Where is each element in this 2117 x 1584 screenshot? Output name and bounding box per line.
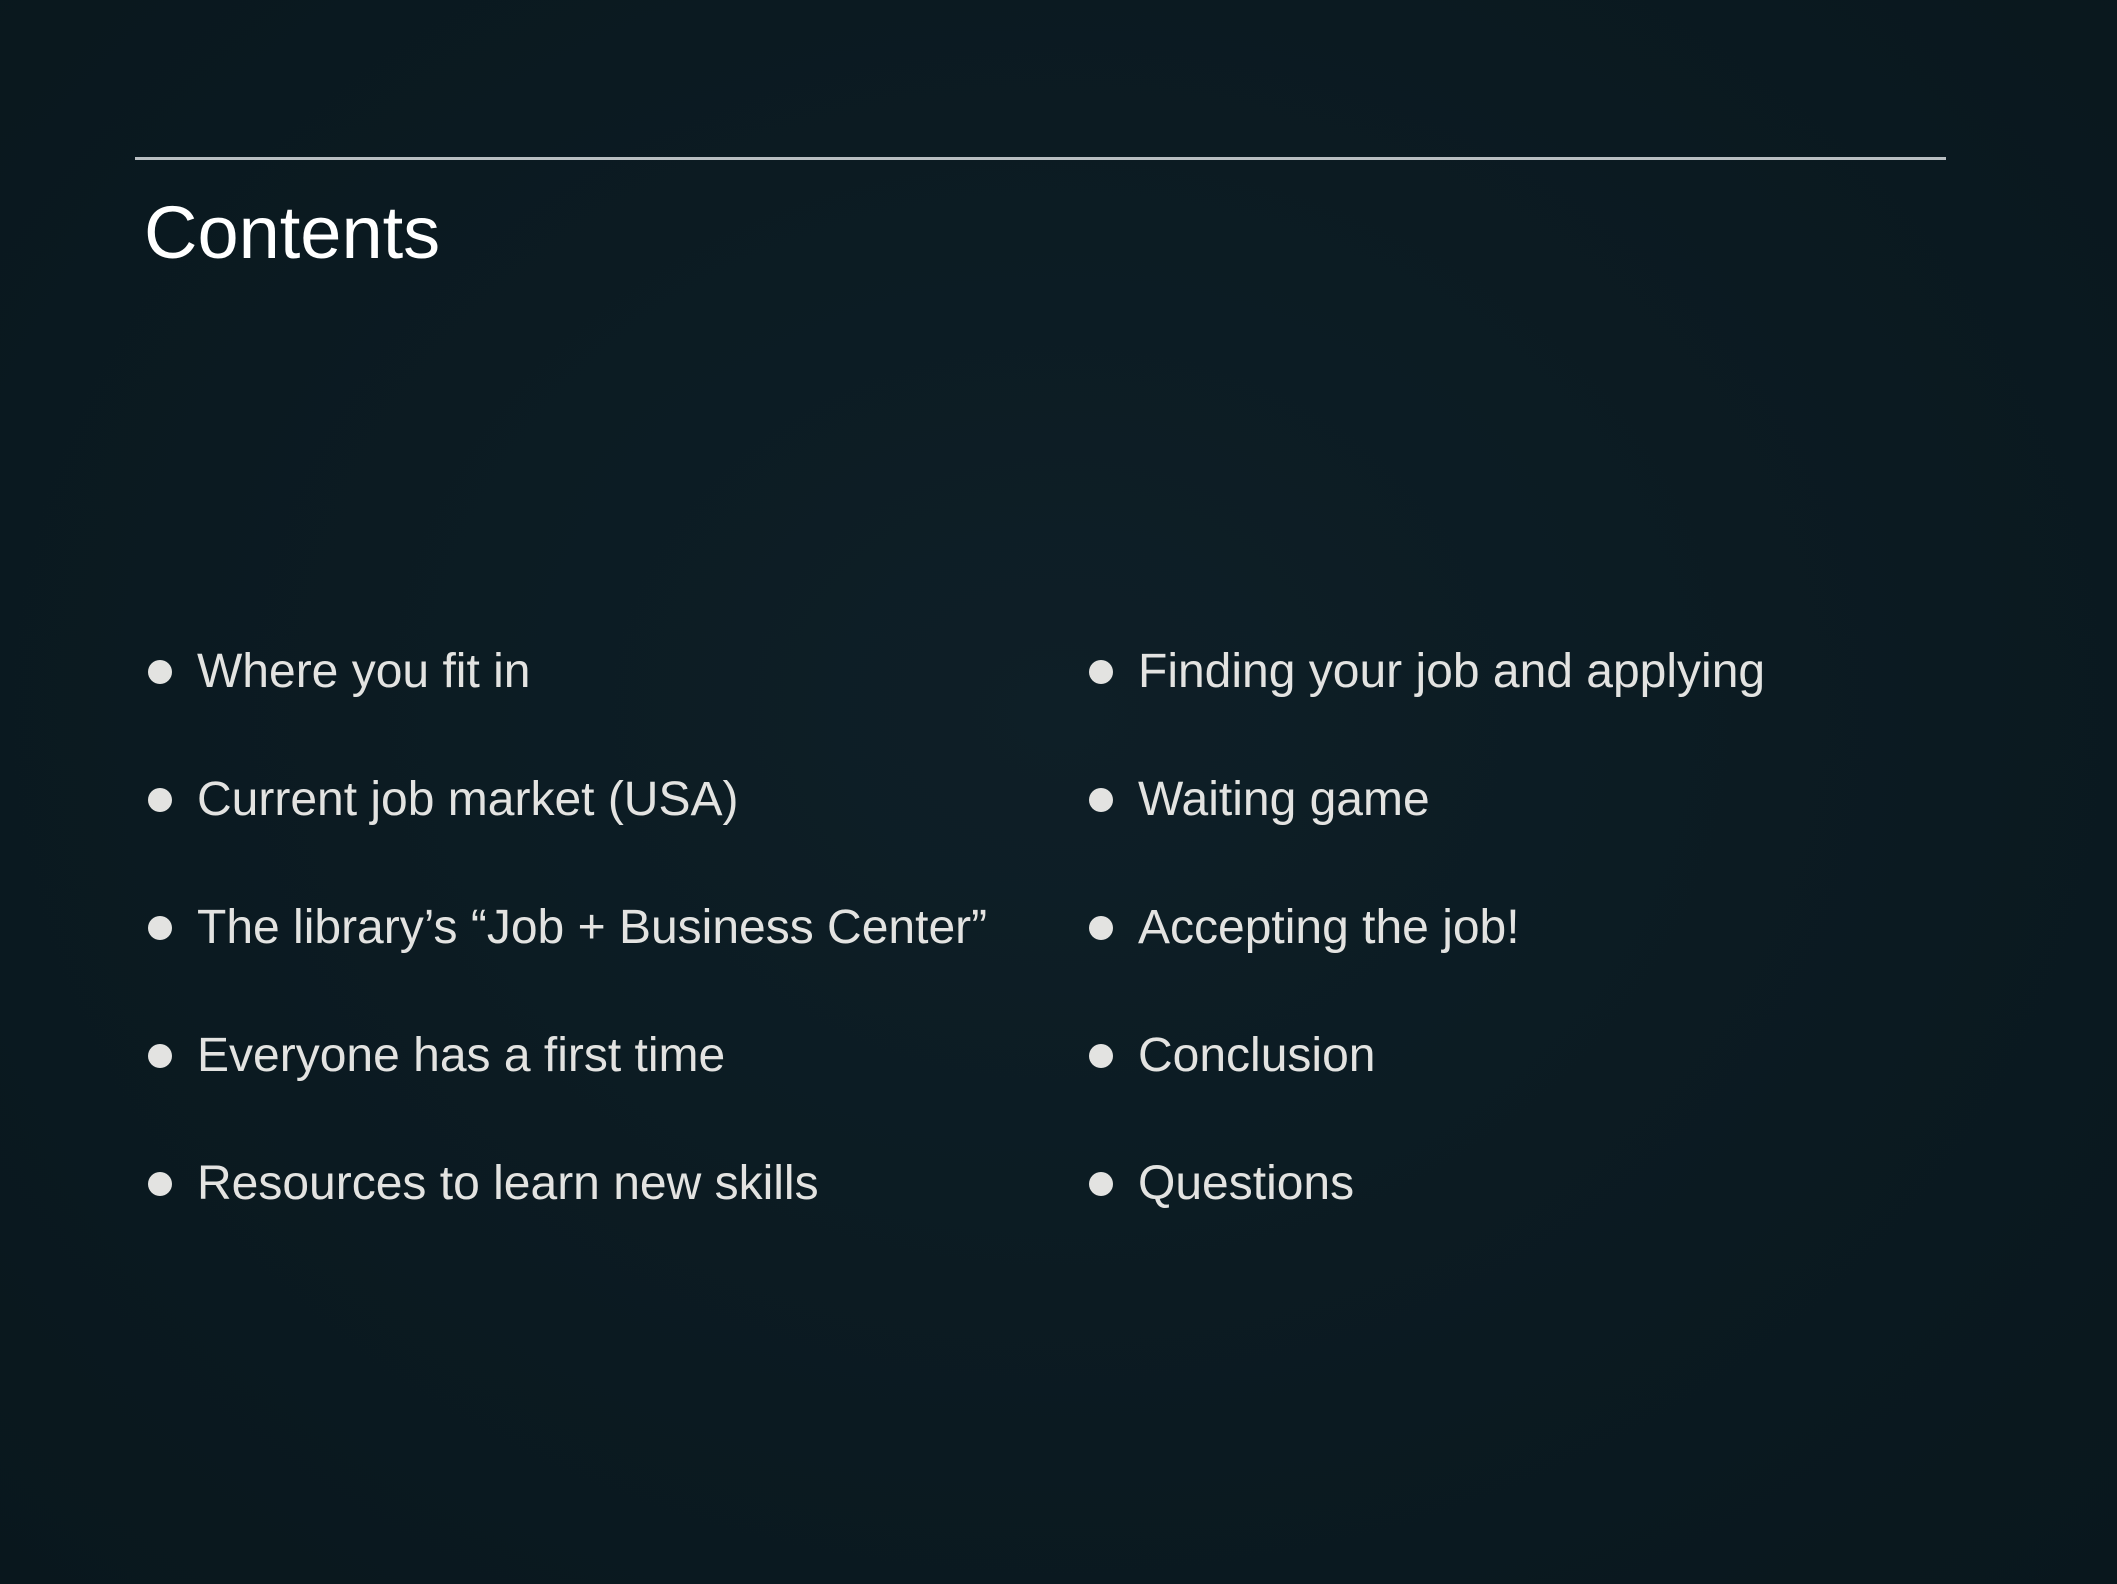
- list-item-label: Resources to learn new skills: [197, 1157, 819, 1210]
- bullet-icon: [1089, 1044, 1113, 1068]
- list-item: Waiting game: [1089, 764, 1765, 892]
- bullet-icon: [1089, 788, 1113, 812]
- list-item: Accepting the job!: [1089, 892, 1765, 1020]
- list-item-label: Questions: [1138, 1157, 1355, 1210]
- slide: Contents Where you fit in Current job ma…: [0, 0, 2117, 1584]
- list-item: Questions: [1089, 1148, 1765, 1276]
- list-item-label: The library’s “Job + Business Center”: [197, 901, 988, 954]
- list-item: Where you fit in: [148, 636, 987, 764]
- list-item: Resources to learn new skills: [148, 1148, 987, 1276]
- bullet-icon: [1089, 660, 1113, 684]
- list-item: Everyone has a first time: [148, 1020, 987, 1148]
- bullet-icon: [148, 660, 172, 684]
- list-item-label: Conclusion: [1138, 1029, 1376, 1082]
- bullet-icon: [1089, 1172, 1113, 1196]
- slide-title: Contents: [144, 191, 441, 274]
- bullet-icon: [148, 1172, 172, 1196]
- list-item: Finding your job and applying: [1089, 636, 1765, 764]
- list-item-label: Finding your job and applying: [1138, 645, 1766, 698]
- contents-list-right: Finding your job and applying Waiting ga…: [1089, 636, 1765, 1276]
- bullet-icon: [1089, 916, 1113, 940]
- contents-list-left: Where you fit in Current job market (USA…: [148, 636, 987, 1276]
- bullet-icon: [148, 916, 172, 940]
- bullet-icon: [148, 788, 172, 812]
- list-item-label: Accepting the job!: [1138, 901, 1520, 954]
- bullet-icon: [148, 1044, 172, 1068]
- list-item-label: Current job market (USA): [197, 773, 739, 826]
- title-divider-line: [135, 157, 1946, 160]
- list-item-label: Everyone has a first time: [197, 1029, 726, 1082]
- list-item-label: Where you fit in: [197, 645, 531, 698]
- list-item: Current job market (USA): [148, 764, 987, 892]
- list-item: The library’s “Job + Business Center”: [148, 892, 987, 1020]
- list-item-label: Waiting game: [1138, 773, 1430, 826]
- list-item: Conclusion: [1089, 1020, 1765, 1148]
